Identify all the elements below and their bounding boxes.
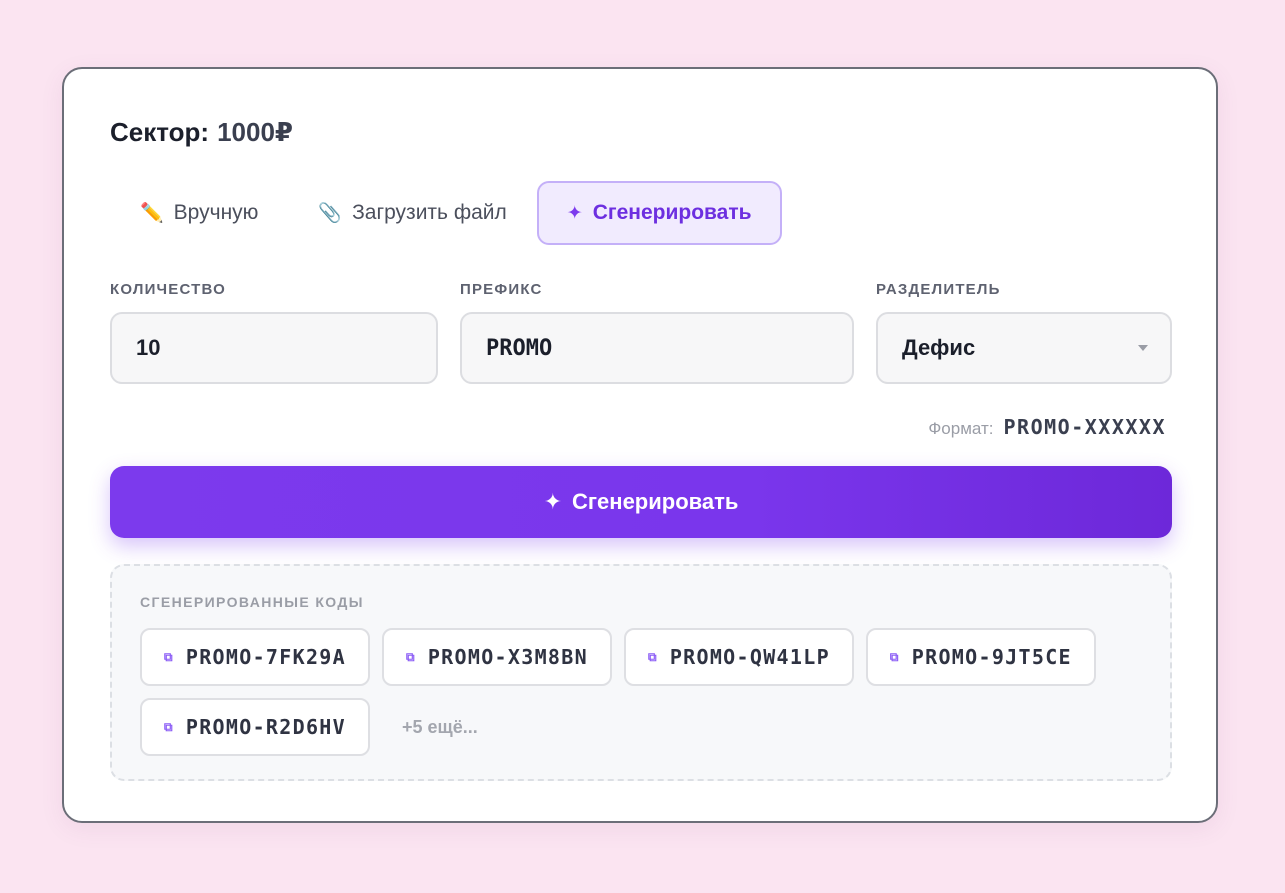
prefix-value: PROMO	[486, 335, 553, 361]
copy-icon: ⧉	[647, 649, 658, 664]
quantity-label: КОЛИЧЕСТВО	[110, 281, 227, 298]
code-text: PROMO-QW41LP	[669, 645, 830, 669]
generated-codes-label: СГЕНЕРИРОВАННЫЕ КОДЫ	[140, 594, 364, 610]
code-chip[interactable]: ⧉ PROMO-7FK29A	[140, 628, 370, 686]
code-chip[interactable]: ⧉ PROMO-QW41LP	[623, 628, 854, 686]
code-chip[interactable]: ⧉ PROMO-R2D6HV	[140, 698, 370, 756]
tab-generate-label: Сгенерировать	[592, 201, 752, 224]
sector-title: Сектор: 1000₽	[110, 117, 293, 148]
separator-label: РАЗДЕЛИТЕЛЬ	[876, 281, 1001, 298]
sector-title-label: Сектор:	[110, 117, 210, 147]
prefix-label: ПРЕФИКС	[460, 281, 543, 298]
sparkle-icon: ✦	[543, 489, 562, 514]
pencil-icon: ✏️	[140, 203, 164, 224]
more-codes-link[interactable]: +5 ещё...	[382, 698, 498, 756]
copy-icon: ⧉	[889, 649, 900, 664]
generate-button-label: Сгенерировать	[572, 489, 739, 514]
code-chip[interactable]: ⧉ PROMO-9JT5CE	[865, 628, 1096, 686]
code-text: PROMO-X3M8BN	[427, 645, 588, 669]
tab-upload-file[interactable]: 📎 Загрузить файл	[288, 181, 536, 245]
code-chip[interactable]: ⧉ PROMO-X3M8BN	[381, 628, 612, 686]
quantity-value: 10	[136, 335, 161, 360]
copy-icon: ⧉	[405, 649, 416, 664]
quantity-input[interactable]: 10	[110, 312, 438, 384]
tab-manual[interactable]: ✏️ Вручную	[110, 181, 288, 245]
sparkle-icon: ✦	[566, 202, 583, 224]
format-label: Формат:	[928, 419, 994, 438]
code-text: PROMO-R2D6HV	[185, 715, 346, 739]
sector-card: Сектор: 1000₽ ✏️ Вручную 📎 Загрузить фай…	[62, 67, 1218, 823]
mode-tabs: ✏️ Вручную 📎 Загрузить файл ✦ Сгенериров…	[110, 181, 782, 245]
generated-codes-panel: СГЕНЕРИРОВАННЫЕ КОДЫ ⧉ PROMO-7FK29A ⧉ PR…	[110, 564, 1172, 781]
code-text: PROMO-9JT5CE	[911, 645, 1072, 669]
paperclip-icon: 📎	[318, 203, 343, 224]
tab-upload-file-label: Загрузить файл	[352, 201, 507, 224]
chevron-down-icon	[1138, 345, 1148, 351]
format-preview: Формат: PROMO-XXXXXX	[928, 415, 1166, 439]
prefix-input[interactable]: PROMO	[460, 312, 854, 384]
code-chip-list: ⧉ PROMO-7FK29A ⧉ PROMO-X3M8BN ⧉ PROMO-QW…	[140, 628, 1140, 756]
generate-button[interactable]: ✦ Сгенерировать	[110, 466, 1172, 538]
sector-title-value: 1000₽	[217, 117, 293, 147]
code-text: PROMO-7FK29A	[185, 645, 346, 669]
tab-manual-label: Вручную	[173, 201, 259, 224]
tab-generate[interactable]: ✦ Сгенерировать	[536, 181, 782, 245]
separator-select[interactable]: Дефис	[876, 312, 1172, 384]
format-value: PROMO-XXXXXX	[1003, 415, 1166, 439]
copy-icon: ⧉	[164, 649, 174, 664]
copy-icon: ⧉	[164, 719, 174, 734]
separator-value: Дефис	[902, 335, 976, 360]
